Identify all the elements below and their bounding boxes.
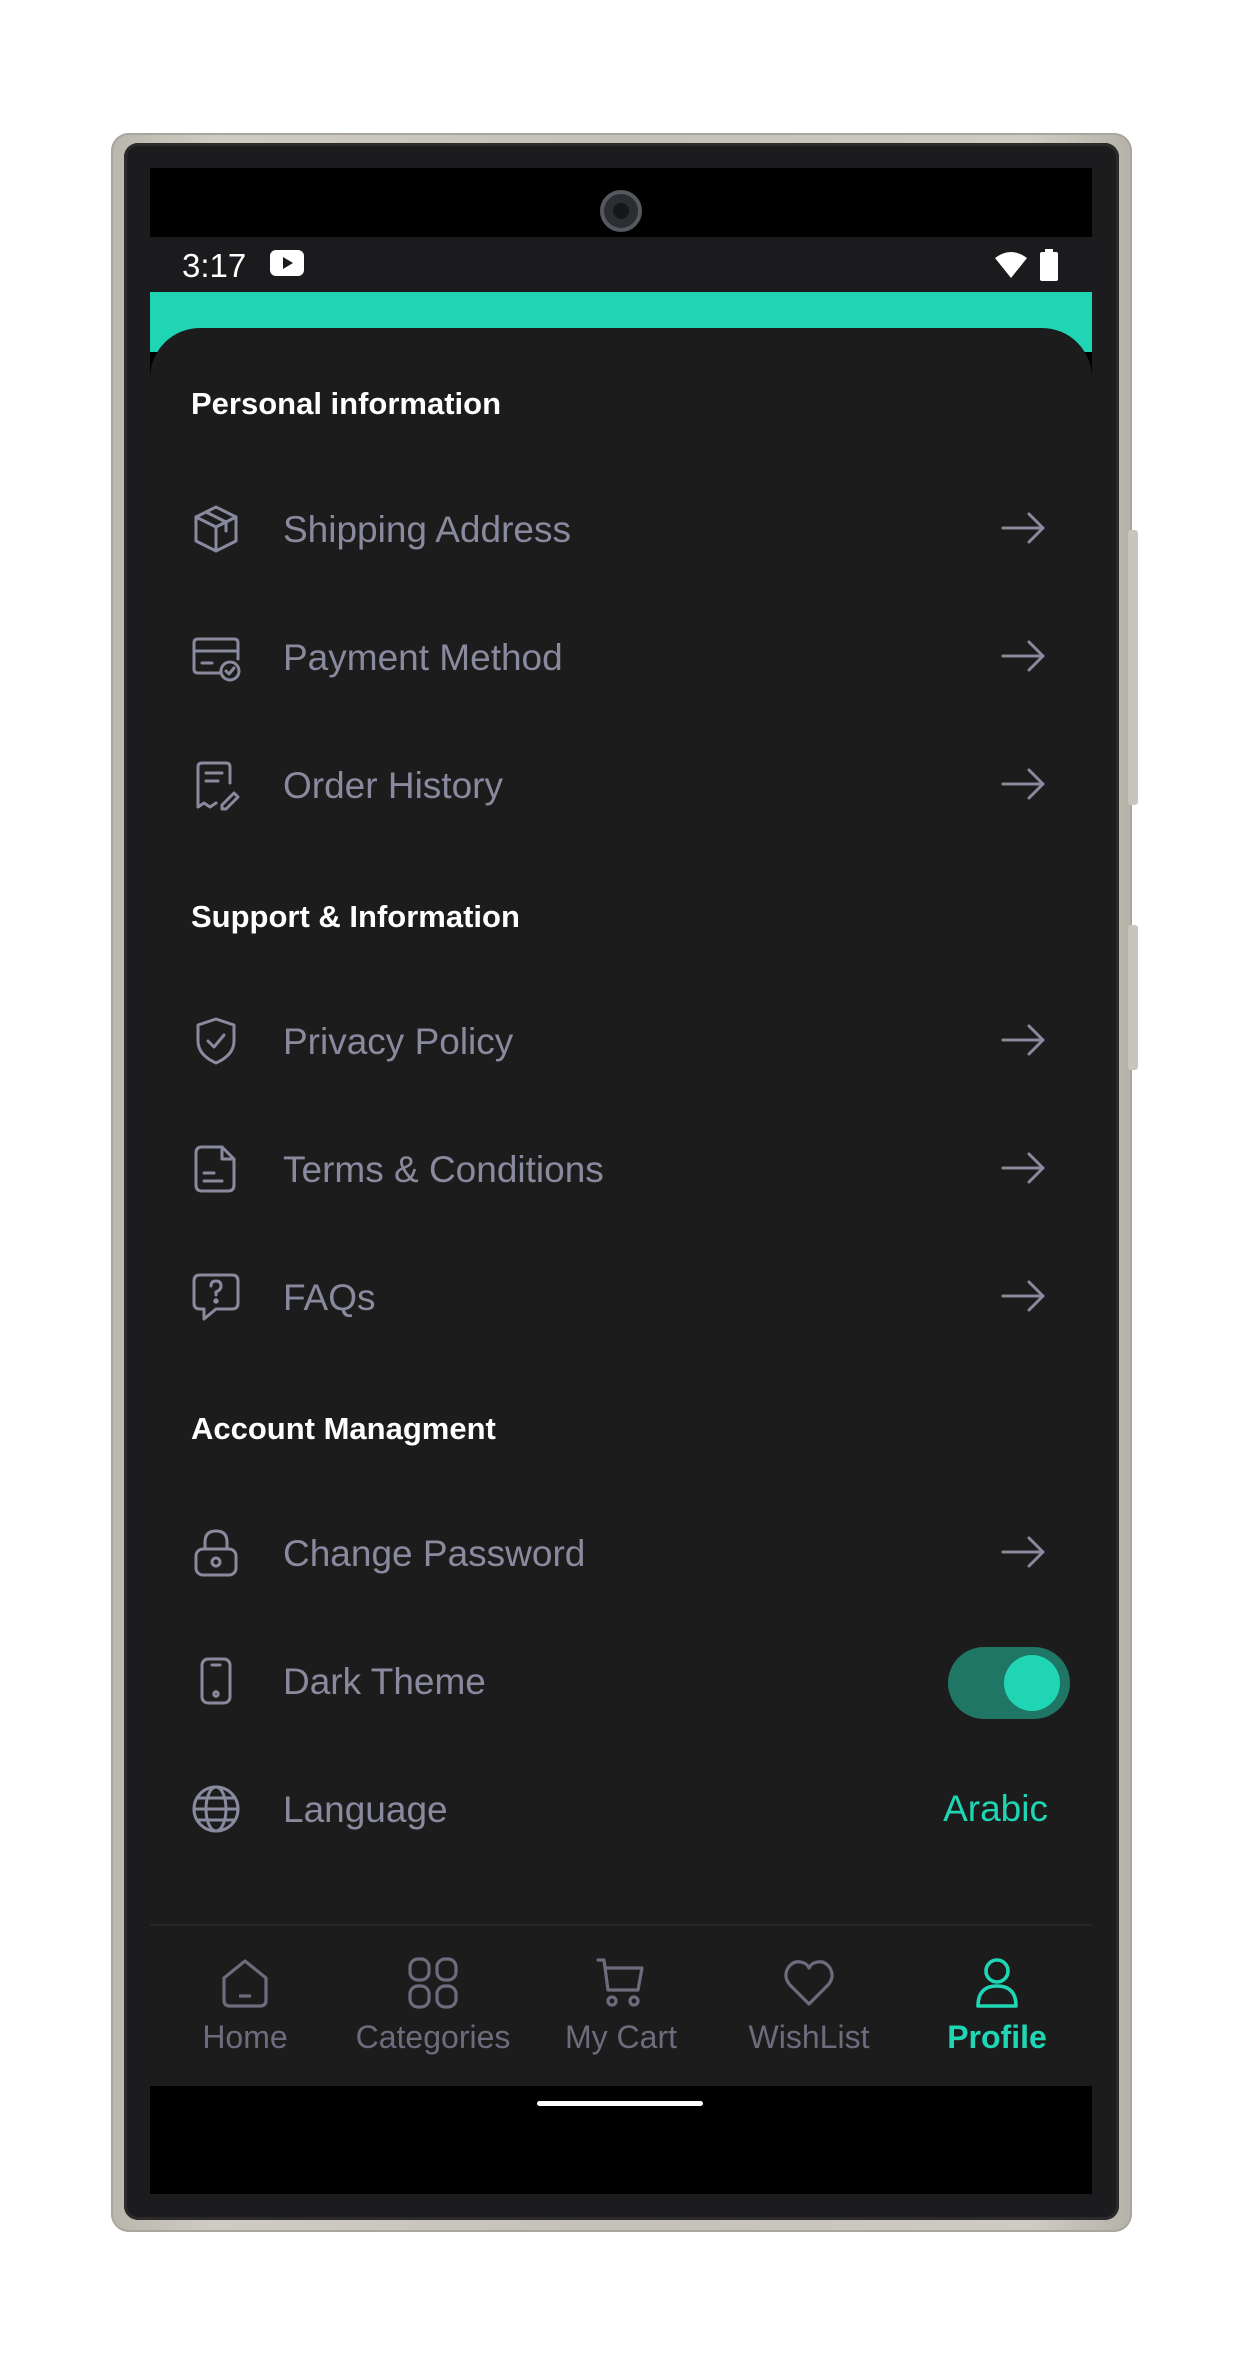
section-title-support: Support & Information <box>191 899 520 934</box>
cart-icon <box>596 1958 644 2007</box>
power-button <box>1128 925 1138 1070</box>
nav-item-my-cart[interactable]: My Cart <box>527 1956 715 2066</box>
nav-item-wishlist[interactable]: WishList <box>715 1956 903 2066</box>
arrow-right-icon <box>1001 1024 1045 1056</box>
menu-item-terms-conditions[interactable]: Terms & Conditions <box>150 1119 1092 1219</box>
youtube-icon <box>270 250 304 276</box>
heart-icon <box>784 1960 834 2006</box>
menu-item-order-history[interactable]: Order History <box>150 735 1092 835</box>
screen: 3:17 Personal information Shipping Addre… <box>150 168 1092 2194</box>
nav-item-categories[interactable]: Categories <box>339 1956 527 2066</box>
package-icon <box>194 505 238 553</box>
menu-item-label: Terms & Conditions <box>283 1149 604 1190</box>
home-icon <box>222 1959 268 2008</box>
document-icon <box>194 1145 236 1193</box>
dark-theme-toggle[interactable] <box>948 1647 1070 1719</box>
wifi-icon <box>995 252 1027 278</box>
nav-item-home[interactable]: Home <box>151 1956 339 2066</box>
menu-item-label: Payment Method <box>283 637 563 678</box>
shield-check-icon <box>196 1017 236 1065</box>
settings-content: Personal information Shipping Address Pa… <box>150 328 1092 1928</box>
menu-item-language[interactable]: Language Arabic <box>150 1759 1092 1859</box>
arrow-right-icon <box>1001 1280 1045 1312</box>
menu-item-shipping-address[interactable]: Shipping Address <box>150 479 1092 579</box>
globe-icon <box>192 1785 240 1833</box>
menu-item-label: Privacy Policy <box>283 1021 514 1062</box>
menu-item-label: Language <box>283 1789 448 1830</box>
nav-label: WishList <box>748 2019 870 2055</box>
status-time: 3:17 <box>182 247 247 284</box>
menu-item-label: Order History <box>283 765 503 806</box>
section-title-account: Account Managment <box>191 1411 496 1446</box>
arrow-right-icon <box>1001 640 1045 672</box>
menu-item-privacy-policy[interactable]: Privacy Policy <box>150 991 1092 1091</box>
phone-icon <box>200 1657 232 1705</box>
nav-item-profile[interactable]: Profile <box>903 1956 1091 2066</box>
menu-item-faqs[interactable]: FAQs <box>150 1247 1092 1347</box>
menu-item-change-password[interactable]: Change Password <box>150 1503 1092 1603</box>
menu-item-payment-method[interactable]: Payment Method <box>150 607 1092 707</box>
home-indicator[interactable] <box>537 2101 703 2106</box>
section-title-personal: Personal information <box>191 386 502 421</box>
arrow-right-icon <box>1001 1536 1045 1568</box>
front-camera <box>600 190 642 232</box>
bottom-navigation: Home Categories My Cart WishList Profile <box>150 1924 1092 2086</box>
nav-label: Home <box>202 2019 288 2055</box>
language-value: Arabic <box>943 1788 1048 1829</box>
user-icon <box>976 1958 1018 2008</box>
nav-label: Categories <box>355 2019 511 2055</box>
nav-label: My Cart <box>565 2019 677 2055</box>
menu-item-label: FAQs <box>283 1277 376 1318</box>
arrow-right-icon <box>1001 1152 1045 1184</box>
volume-button <box>1128 530 1138 805</box>
menu-item-dark-theme: Dark Theme <box>150 1631 1092 1731</box>
nav-label: Profile <box>947 2019 1047 2055</box>
question-bubble-icon <box>192 1273 240 1321</box>
menu-item-label: Change Password <box>283 1533 586 1574</box>
arrow-right-icon <box>1001 768 1045 800</box>
menu-item-label: Shipping Address <box>283 509 571 550</box>
arrow-right-icon <box>1001 512 1045 544</box>
grid-icon <box>408 1957 458 2009</box>
menu-item-label: Dark Theme <box>283 1661 486 1702</box>
lock-icon <box>194 1529 238 1577</box>
battery-icon <box>1040 249 1058 281</box>
toggle-knob <box>1004 1655 1060 1711</box>
card-check-icon <box>192 637 241 682</box>
status-bar: 3:17 <box>150 237 1092 292</box>
receipt-edit-icon <box>196 761 240 811</box>
